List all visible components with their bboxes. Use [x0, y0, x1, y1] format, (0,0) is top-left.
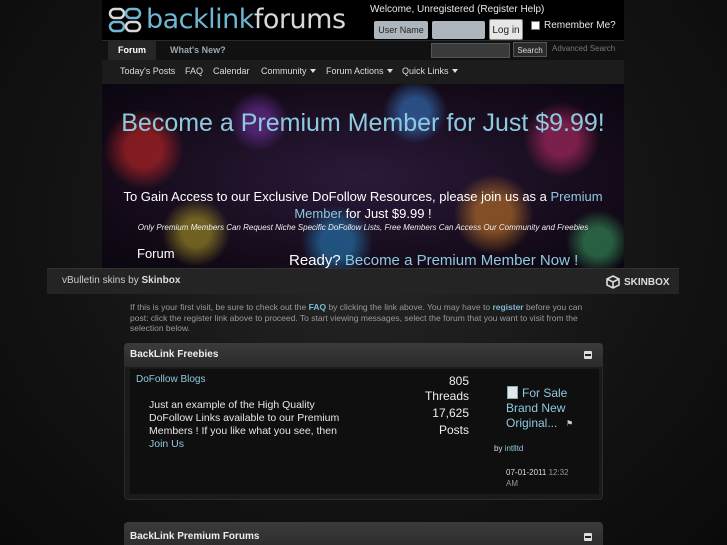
chevron-down-icon: [309, 69, 316, 73]
site-logo[interactable]: backlinkforums: [108, 6, 346, 34]
cube-icon: [606, 275, 620, 289]
banner-cta: Ready? Become a Premium Member Now !: [289, 252, 579, 269]
remember-me[interactable]: Remember Me?: [531, 20, 616, 31]
help-link[interactable]: Help: [520, 4, 541, 15]
banner-forum-label: Forum: [137, 246, 175, 261]
login-button[interactable]: Log in: [489, 19, 523, 40]
faq-link[interactable]: FAQ: [185, 66, 203, 76]
remember-label: Remember Me?: [544, 20, 616, 31]
last-post-user-link[interactable]: intlltd: [505, 444, 524, 453]
go-to-post-icon[interactable]: ⚑: [566, 419, 573, 428]
calendar-link[interactable]: Calendar: [213, 66, 250, 76]
collapse-icon[interactable]: [584, 351, 592, 359]
category-title[interactable]: BackLink Freebies: [130, 349, 218, 360]
search-input[interactable]: [431, 43, 510, 58]
search-button[interactable]: Search: [513, 42, 547, 57]
quick-links-menu[interactable]: Quick Links: [402, 66, 458, 76]
banner-subtitle: To Gain Access to our Exclusive DoFollow…: [123, 189, 603, 221]
password-field[interactable]: [432, 21, 485, 39]
notice-faq-link[interactable]: FAQ: [309, 302, 326, 312]
banner-small-text: Only Premium Members Can Request Niche S…: [137, 223, 589, 232]
category-title-2[interactable]: BackLink Premium Forums: [130, 531, 259, 542]
last-post-date: 07-01-2011 12:32 AM: [506, 468, 569, 488]
skinbox-link[interactable]: Skinbox: [141, 275, 180, 286]
first-visit-notice: If this is your first visit, be sure to …: [130, 302, 583, 333]
skinbox-logo[interactable]: SKINBOX: [606, 275, 670, 289]
advanced-search-link[interactable]: Advanced Search: [552, 44, 615, 53]
collapse-icon-2[interactable]: [584, 533, 592, 541]
skin-credit: vBulletin skins by Skinbox: [62, 275, 181, 286]
last-post-by: by intlltd: [494, 444, 524, 453]
chevron-down-icon: [386, 69, 393, 73]
become-premium-link[interactable]: Become a Premium Member Now !: [345, 252, 578, 269]
todays-posts-link[interactable]: Today's Posts: [120, 66, 175, 76]
threads-label: Threads: [424, 389, 469, 403]
username-field[interactable]: User Name: [374, 21, 428, 39]
remember-checkbox[interactable]: [531, 21, 540, 30]
threads-count: 805: [448, 374, 469, 388]
join-us-link[interactable]: Join Us: [149, 438, 184, 450]
tab-forum[interactable]: Forum: [108, 40, 156, 60]
register-link[interactable]: Register: [480, 4, 517, 15]
tab-whats-new[interactable]: What's New?: [170, 40, 226, 60]
banner-title: Become a Premium Member for Just $9.99!: [121, 109, 605, 137]
posts-label: Posts: [438, 423, 469, 437]
welcome-text: Welcome, Unregistered (Register Help): [370, 4, 545, 15]
community-menu[interactable]: Community: [261, 66, 316, 76]
chain-link-icon: [108, 6, 142, 34]
forum-actions-menu[interactable]: Forum Actions: [326, 66, 393, 76]
notice-register-link[interactable]: register: [492, 302, 523, 312]
posts-count: 17,625: [432, 406, 469, 420]
logo-text: backlinkforums: [146, 4, 346, 35]
forum-name-link[interactable]: DoFollow Blogs: [136, 374, 205, 385]
forum-description: Just an example of the High Quality DoFo…: [149, 399, 340, 450]
chevron-down-icon: [451, 69, 458, 73]
